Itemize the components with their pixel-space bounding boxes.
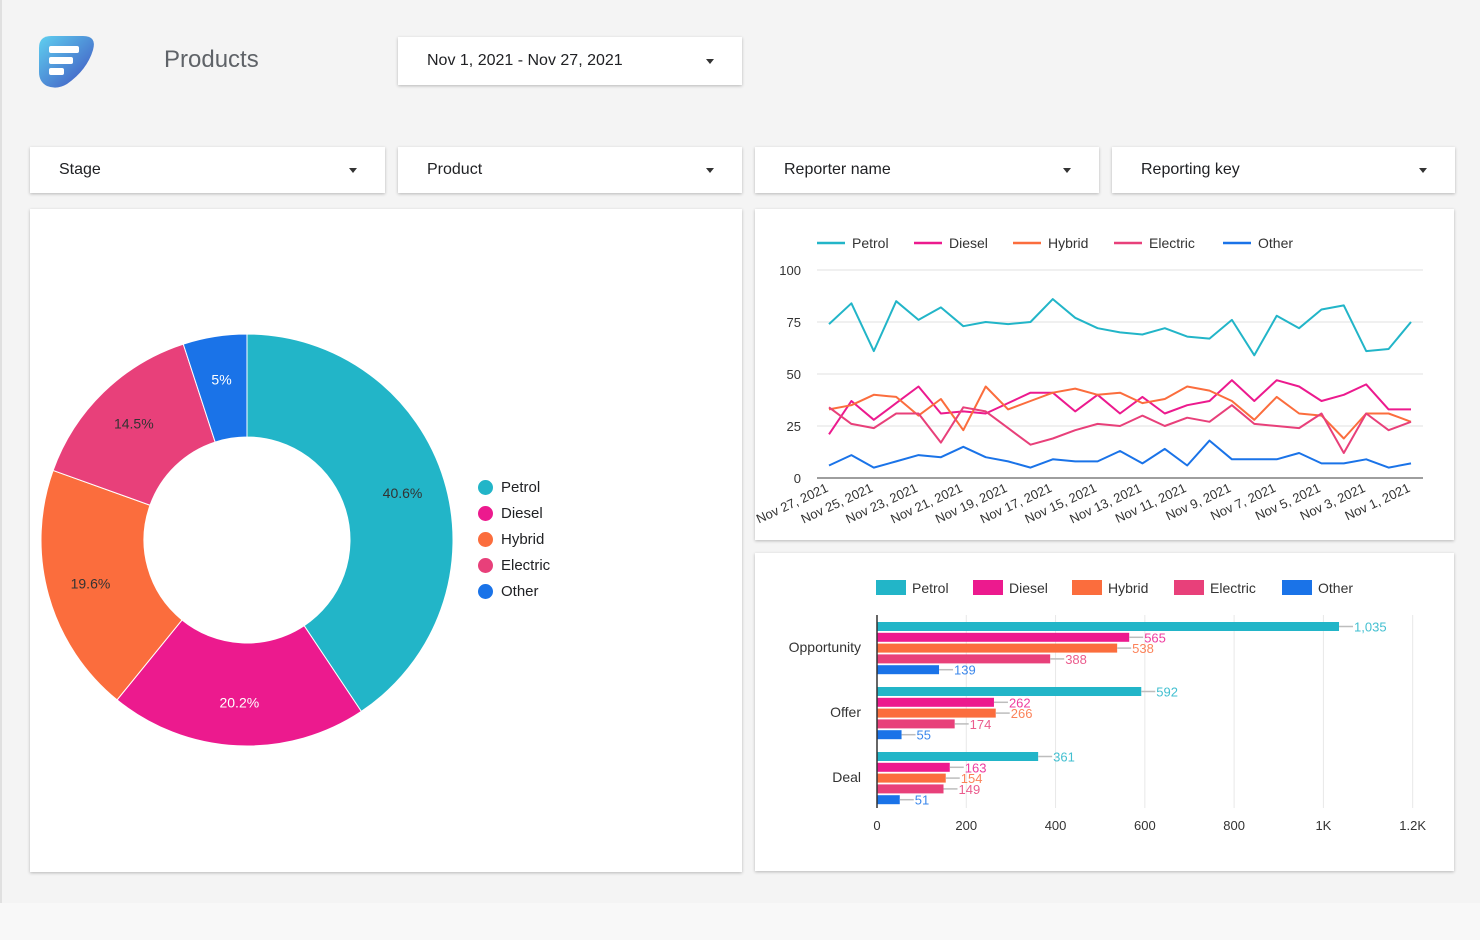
legend-label: Diesel (501, 505, 543, 522)
chevron-down-icon (349, 167, 357, 173)
date-range-picker[interactable]: Nov 1, 2021 - Nov 27, 2021 (398, 37, 742, 85)
line-series-petrol (828, 298, 1412, 357)
legend-item-other: Other (478, 583, 539, 600)
chevron-down-icon (1419, 167, 1427, 173)
legend-swatch-hybrid (1072, 580, 1102, 595)
legend-label: Petrol (501, 479, 541, 496)
legend-dot-icon (478, 480, 493, 495)
category-label: Offer (830, 704, 861, 720)
bar-hybrid (877, 773, 946, 783)
legend-label: Hybrid (1108, 580, 1148, 596)
legend-swatch-diesel (973, 580, 1003, 595)
legend-dot-icon (478, 558, 493, 573)
bar-petrol (877, 752, 1039, 761)
legend-label: Electric (1210, 580, 1256, 596)
donut-slice-label: 14.5% (114, 415, 154, 431)
y-tick-label: 0 (794, 471, 801, 486)
date-range-label: Nov 1, 2021 - Nov 27, 2021 (427, 52, 623, 69)
filter-label: Product (427, 161, 483, 178)
legend-swatch-petrol (876, 580, 906, 595)
x-tick-label: 800 (1223, 818, 1245, 833)
legend-label: Diesel (949, 235, 988, 251)
donut-slice-label: 40.6% (383, 485, 423, 501)
data-label: 538 (1132, 641, 1154, 656)
x-tick-label: 1.2K (1399, 818, 1426, 833)
bar-other (877, 665, 940, 675)
data-label: 592 (1156, 685, 1178, 700)
donut-slice-label: 5% (211, 372, 231, 388)
category-label: Deal (832, 769, 861, 785)
legend-label: Hybrid (501, 531, 545, 548)
x-tick-label: 600 (1134, 818, 1156, 833)
dashboard-canvas: Products Nov 1, 2021 - Nov 27, 2021 Stag… (0, 0, 1480, 903)
x-tick-label: 400 (1045, 818, 1067, 833)
legend-label: Other (1258, 235, 1293, 251)
data-label: 55 (917, 728, 931, 743)
filter-label: Reporter name (784, 161, 891, 178)
filter-label: Stage (59, 161, 101, 178)
bar-petrol (877, 622, 1340, 631)
legend-dot-icon (478, 506, 493, 521)
legend-label: Other (1318, 580, 1353, 596)
page-title: Products (164, 46, 259, 73)
filter-reporter-name[interactable]: Reporter name (755, 147, 1099, 193)
bar-diesel (877, 762, 950, 772)
y-tick-label: 25 (787, 419, 801, 434)
chevron-down-icon (706, 167, 714, 173)
legend-label: Hybrid (1048, 235, 1088, 251)
chevron-down-icon (1063, 167, 1071, 173)
x-tick-label: 200 (955, 818, 977, 833)
x-tick-label: 1K (1315, 818, 1331, 833)
data-label: 174 (970, 717, 992, 732)
y-tick-label: 75 (787, 315, 801, 330)
y-tick-label: 50 (787, 367, 801, 382)
legend-swatch-other (1282, 580, 1312, 595)
bar-other (877, 795, 900, 805)
legend-item-hybrid: Hybrid (478, 531, 544, 548)
donut-slice-label: 20.2% (219, 694, 259, 710)
legend-item-diesel: Diesel (478, 505, 543, 522)
donut-slice-label: 19.6% (71, 576, 111, 592)
legend-label: Petrol (852, 235, 889, 251)
donut-chart-card: 40.6% 20.2% 19.6% 14.5% 5% Petrol Diesel Hybri… (30, 209, 742, 872)
category-label: Opportunity (789, 639, 861, 655)
legend-label: Electric (1149, 235, 1195, 251)
data-label: 266 (1011, 706, 1033, 721)
legend-label: Petrol (912, 580, 949, 596)
legend-label: Diesel (1009, 580, 1048, 596)
legend-item-electric: Electric (478, 557, 550, 574)
bar-diesel (877, 697, 994, 707)
data-label: 361 (1053, 750, 1075, 765)
legend-dot-icon (478, 584, 493, 599)
legend-label: Other (501, 583, 539, 600)
filter-label: Reporting key (1141, 161, 1240, 178)
data-label: 51 (915, 793, 929, 808)
donut-chart: 40.6% 20.2% 19.6% 14.5% 5% (40, 333, 454, 747)
f-logo-icon (39, 36, 94, 88)
bar-chart-card: Petrol Diesel Hybrid Electric Other 0 200 400 60… (755, 553, 1454, 871)
legend-item-petrol: Petrol (478, 479, 540, 496)
filter-reporting-key[interactable]: Reporting key (1112, 147, 1455, 193)
data-label: 388 (1065, 652, 1087, 667)
filter-product[interactable]: Product (398, 147, 742, 193)
data-label: 139 (954, 663, 976, 678)
line-chart-card: Petrol Diesel Hybrid Electric Other 0 25 50 75 10… (754, 209, 1454, 540)
line-chart: Petrol Diesel Hybrid Electric Other 0 25 50 75 10… (754, 235, 1423, 526)
bar-electric (877, 784, 944, 794)
bar-chart: Petrol Diesel Hybrid Electric Other 0 200 400 60… (789, 580, 1426, 833)
chevron-down-icon (706, 58, 714, 64)
x-tick-label: 0 (873, 818, 880, 833)
legend-dot-icon (478, 532, 493, 547)
data-label: 1,035 (1354, 620, 1387, 635)
line-series-other (828, 439, 1412, 469)
filter-stage[interactable]: Stage (30, 147, 385, 193)
y-tick-label: 100 (779, 263, 801, 278)
legend-swatch-electric (1174, 580, 1204, 595)
legend-label: Electric (501, 557, 551, 574)
bar-diesel (877, 632, 1130, 642)
bar-other (877, 730, 902, 740)
data-label: 149 (959, 782, 981, 797)
